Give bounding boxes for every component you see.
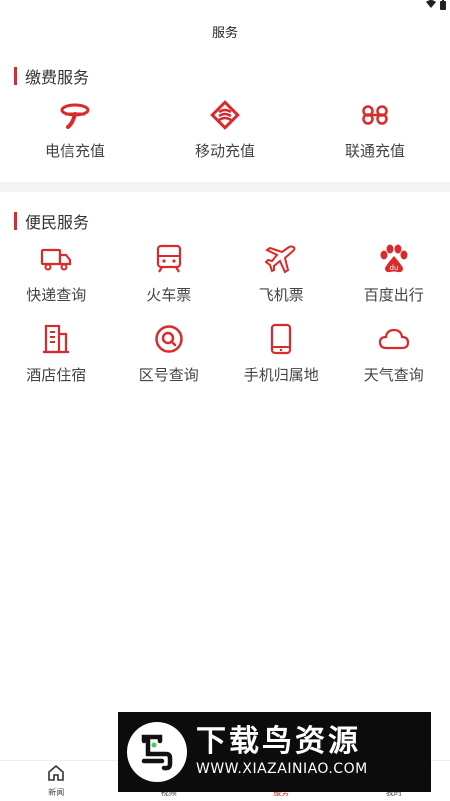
grid-item-plane-ticket[interactable]: 飞机票 [225, 242, 338, 305]
section-header-payment: 缴费服务 [14, 64, 89, 88]
section-accent-bar [14, 212, 17, 230]
plane-icon [264, 242, 298, 276]
grid-item-label: 手机归属地 [244, 364, 319, 385]
grid-item-unicom-recharge[interactable]: 联通充值 [300, 98, 450, 161]
section-header-convenience: 便民服务 [14, 209, 89, 233]
building-icon [39, 322, 73, 356]
tab-news[interactable]: 新闻 [0, 761, 113, 801]
telecom-logo-icon [58, 98, 92, 132]
grid-item-weather[interactable]: 天气查询 [338, 322, 450, 385]
convenience-grid-row-1: 快递查询 火车票 飞机票 [0, 242, 450, 305]
grid-item-label: 天气查询 [364, 364, 424, 385]
bird-logo-icon [126, 721, 188, 783]
grid-item-label: 移动充值 [195, 140, 255, 161]
tab-label: 新闻 [48, 787, 64, 798]
grid-item-telecom-recharge[interactable]: 电信充值 [0, 98, 150, 161]
grid-item-hotel[interactable]: 酒店住宿 [0, 322, 113, 385]
grid-item-express-query[interactable]: 快递查询 [0, 242, 113, 305]
unicom-logo-icon [358, 98, 392, 132]
convenience-grid-row-2: 酒店住宿 区号查询 手机归属地 天气查询 [0, 322, 450, 385]
watermark-text: 下载鸟资源 WWW.XIAZAINIAO.COM [196, 725, 368, 779]
payment-grid: 电信充值 移动充值 联通充值 [0, 98, 450, 161]
grid-item-label: 火车票 [146, 284, 191, 305]
grid-item-label: 快递查询 [26, 284, 86, 305]
cloud-icon [377, 322, 411, 356]
search-icon [152, 322, 186, 356]
grid-item-baidu-travel[interactable]: du 百度出行 [338, 242, 450, 305]
grid-item-label: 电信充值 [45, 140, 105, 161]
section-accent-bar [14, 67, 17, 85]
watermark-title: 下载鸟资源 [196, 725, 368, 759]
china-mobile-logo-icon [208, 98, 242, 132]
grid-item-label: 联通充值 [345, 140, 405, 161]
phone-icon [264, 322, 298, 356]
status-bar [386, 0, 450, 14]
section-title: 缴费服务 [25, 64, 89, 88]
grid-item-label: 百度出行 [364, 284, 424, 305]
grid-item-phone-location[interactable]: 手机归属地 [225, 322, 338, 385]
grid-item-area-code[interactable]: 区号查询 [113, 322, 226, 385]
section-divider [0, 182, 450, 192]
watermark-banner: 下载鸟资源 WWW.XIAZAINIAO.COM [118, 712, 431, 792]
page-title: 服务 [0, 22, 450, 41]
grid-item-label: 区号查询 [139, 364, 199, 385]
section-title: 便民服务 [25, 209, 89, 233]
watermark-url: WWW.XIAZAINIAO.COM [196, 759, 368, 779]
grid-item-label: 酒店住宿 [26, 364, 86, 385]
svg-text:du: du [389, 264, 398, 272]
grid-item-label: 飞机票 [259, 284, 304, 305]
baidu-paw-icon: du [377, 242, 411, 276]
battery-icon [440, 0, 446, 15]
home-icon [47, 764, 65, 785]
truck-icon [39, 242, 73, 276]
grid-item-train-ticket[interactable]: 火车票 [113, 242, 226, 305]
train-icon [152, 242, 186, 276]
grid-item-mobile-recharge[interactable]: 移动充值 [150, 98, 300, 161]
wifi-icon [426, 0, 436, 14]
